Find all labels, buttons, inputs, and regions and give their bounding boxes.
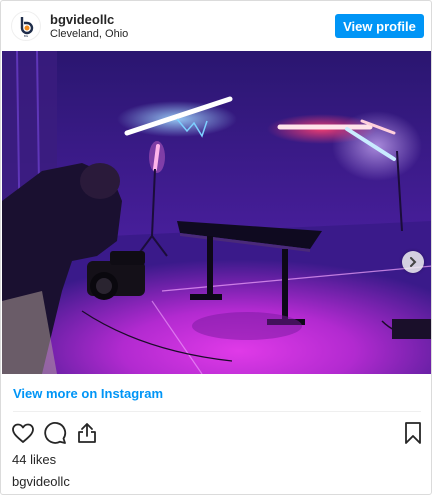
comment-button[interactable]: [43, 421, 67, 445]
studio-scene-photo: [2, 51, 431, 374]
view-more-link[interactable]: View more on Instagram: [13, 386, 163, 401]
bg-logo-icon: BG: [20, 17, 34, 38]
likes-count[interactable]: 44 likes: [12, 452, 56, 467]
svg-text:BG: BG: [24, 34, 29, 38]
share-icon: [78, 423, 96, 443]
heart-icon: [12, 423, 34, 443]
chevron-right-icon: [410, 257, 417, 267]
avatar[interactable]: BG: [11, 11, 41, 41]
view-profile-button[interactable]: View profile: [335, 14, 424, 38]
share-button[interactable]: [75, 421, 99, 445]
like-button[interactable]: [11, 421, 35, 445]
post-header: BG bgvideollc Cleveland, Ohio View profi…: [1, 1, 431, 51]
username[interactable]: bgvideollc: [50, 12, 114, 27]
location[interactable]: Cleveland, Ohio: [50, 28, 128, 40]
caption-username[interactable]: bgvideollc: [12, 474, 70, 489]
comment-icon: [44, 422, 67, 444]
carousel-next-button[interactable]: [402, 251, 424, 273]
save-button[interactable]: [401, 421, 425, 445]
divider: [13, 411, 421, 412]
post-photo[interactable]: [2, 51, 431, 374]
bookmark-icon: [405, 422, 421, 444]
instagram-embed: BG bgvideollc Cleveland, Ohio View profi…: [0, 0, 432, 495]
